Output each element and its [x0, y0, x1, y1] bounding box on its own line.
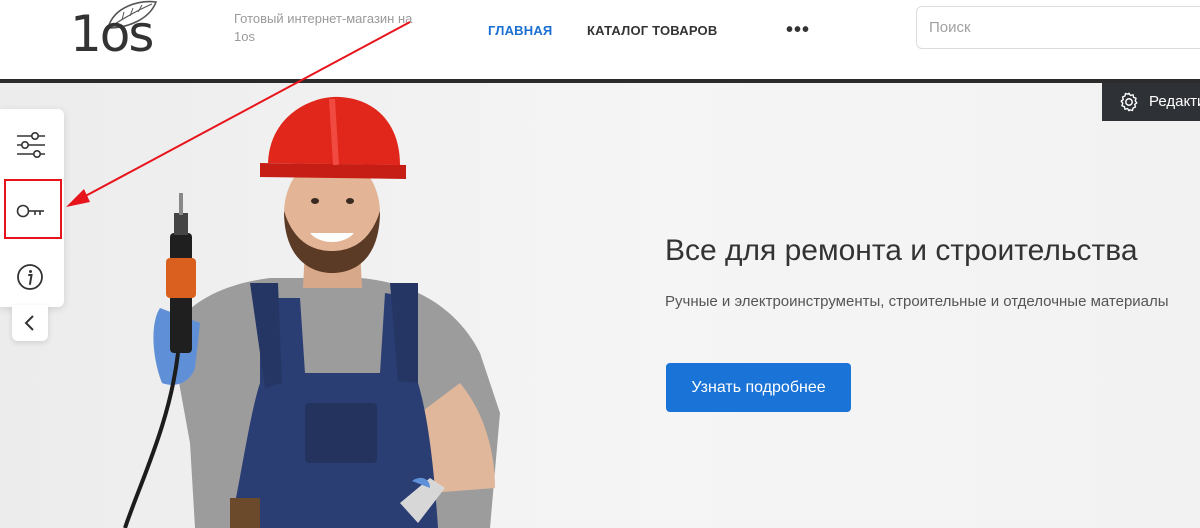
info-button[interactable] [0, 245, 64, 309]
learn-more-button[interactable]: Узнать подробнее [666, 363, 851, 412]
logo-text: 1os [70, 5, 154, 63]
worker-illustration [123, 96, 500, 528]
settings-sliders-button[interactable] [0, 113, 64, 177]
edit-button[interactable]: Редактировать [1102, 83, 1200, 121]
site-tagline: Готовый интернет-магазин на 1os [234, 11, 413, 44]
site-header: 1os Готовый интернет-магазин на 1os ГЛАВ… [0, 0, 1200, 80]
page: 1os Готовый интернет-магазин на 1os ГЛАВ… [0, 0, 1200, 528]
gear-icon [1120, 92, 1138, 112]
annotation-highlight-box [4, 179, 62, 239]
logo[interactable]: 1os [66, 0, 166, 72]
search-input[interactable] [917, 7, 1177, 48]
nav-home-link[interactable]: ГЛАВНАЯ [488, 23, 552, 39]
sliders-icon [17, 131, 45, 158]
hero-subtitle: Ручные и электроинструменты, строительны… [665, 293, 1169, 310]
info-icon [17, 264, 43, 290]
chevron-left-icon [24, 315, 34, 331]
search-box [916, 6, 1200, 49]
hero-title: Все для ремонта и строительства [665, 234, 1138, 267]
nav-catalog-link[interactable]: КАТАЛОГ ТОВАРОВ [587, 23, 717, 39]
edit-button-label: Редактировать [1149, 93, 1200, 110]
more-menu-icon[interactable]: ••• [786, 20, 812, 40]
collapse-panel-button[interactable] [12, 305, 48, 341]
hero-banner: Редактировать Все для ремонта и строител… [0, 83, 1200, 528]
